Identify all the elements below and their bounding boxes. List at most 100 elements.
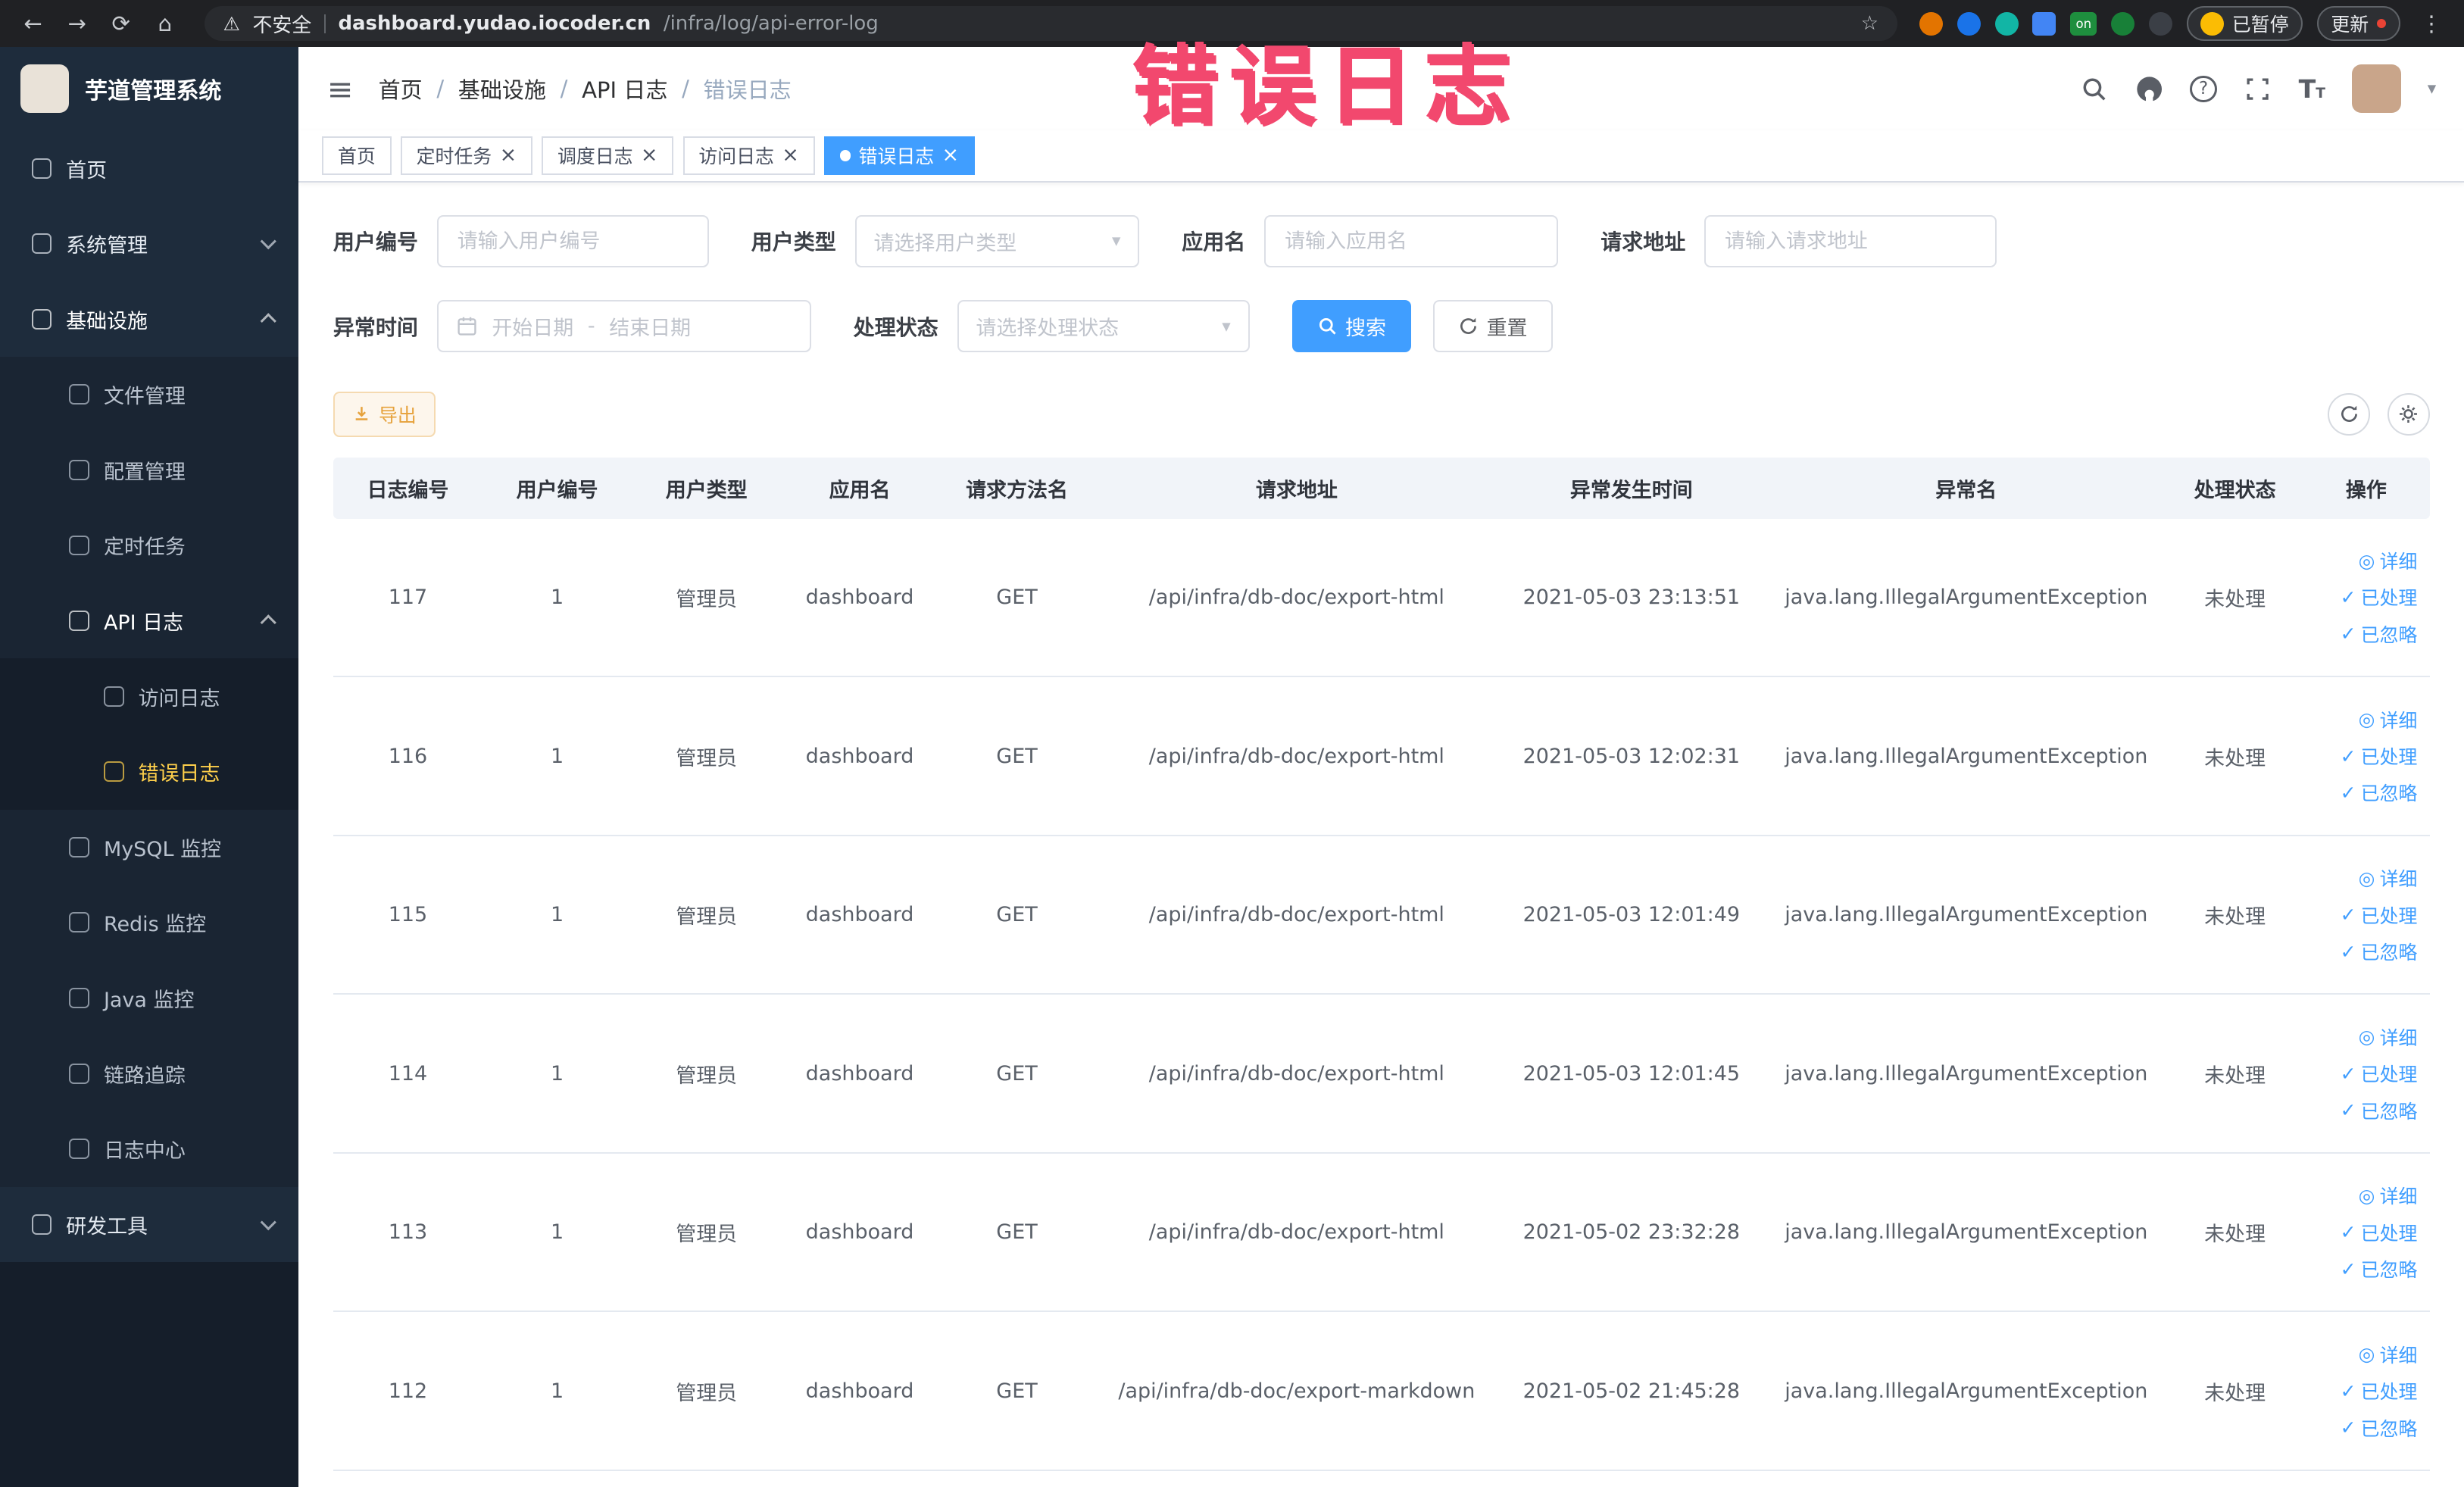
search-icon[interactable] bbox=[2080, 75, 2108, 103]
close-icon[interactable]: × bbox=[641, 145, 658, 166]
breadcrumb-item[interactable]: 首页 bbox=[379, 73, 423, 105]
sidebar-item-job[interactable]: 定时任务 bbox=[0, 508, 299, 583]
action-link[interactable]: ◎ 详细 bbox=[2359, 1341, 2418, 1368]
cell-user-type: 管理员 bbox=[676, 1223, 738, 1247]
sidebar-item-label: MySQL 监控 bbox=[103, 837, 222, 861]
sidebar-item-mysql[interactable]: MySQL 监控 bbox=[0, 809, 299, 886]
refresh-button[interactable] bbox=[2328, 392, 2371, 436]
app-logo[interactable]: 芋道管理系统 bbox=[0, 47, 299, 131]
sidebar-item-trace[interactable]: 链路追踪 bbox=[0, 1036, 299, 1111]
extension-icon-blue[interactable] bbox=[1957, 11, 1981, 36]
action-link[interactable]: ✓ 已处理 bbox=[2341, 901, 2418, 929]
action-link[interactable]: ✓ 已忽略 bbox=[2341, 1097, 2418, 1124]
tab[interactable]: 首页 bbox=[322, 136, 392, 176]
browser-menu-icon[interactable]: ⋮ bbox=[2414, 11, 2449, 36]
table-tools bbox=[2328, 392, 2430, 436]
date-range-picker[interactable]: 开始日期 - 结束日期 bbox=[436, 300, 811, 352]
tab[interactable]: 错误日志 × bbox=[823, 136, 975, 176]
sidebar-item-dev-tools[interactable]: 研发工具 bbox=[0, 1186, 299, 1263]
column-header: 日志编号 bbox=[367, 478, 449, 502]
action-label: 已忽略 bbox=[2360, 783, 2418, 805]
process-status-select[interactable]: 请选择处理状态 ▾ bbox=[957, 300, 1250, 352]
url-bar[interactable]: ⚠ 不安全 dashboard.yudao.iocoder.cn /infra/… bbox=[204, 6, 1897, 41]
action-link[interactable]: ✓ 已处理 bbox=[2341, 1060, 2418, 1087]
forward-icon[interactable]: → bbox=[60, 11, 95, 36]
app-name-input[interactable] bbox=[1264, 215, 1559, 267]
tab[interactable]: 调度日志 × bbox=[542, 136, 674, 176]
action-link[interactable]: ✓ 已忽略 bbox=[2341, 779, 2418, 806]
column-settings-button[interactable] bbox=[2387, 392, 2430, 436]
sidebar-item-access-log[interactable]: 访问日志 bbox=[0, 658, 299, 734]
action-link[interactable]: ✓ 已处理 bbox=[2341, 742, 2418, 770]
extension-icon-teal[interactable] bbox=[1994, 11, 2019, 36]
action-link[interactable]: ✓ 已处理 bbox=[2341, 1219, 2418, 1246]
column-header: 异常名 bbox=[1935, 478, 1997, 502]
paused-profile-badge[interactable]: 已暂停 bbox=[2186, 6, 2303, 41]
action-label: 详细 bbox=[2379, 551, 2418, 573]
tab[interactable]: 访问日志 × bbox=[682, 136, 815, 176]
tab[interactable]: 定时任务 × bbox=[400, 136, 532, 176]
back-icon[interactable]: ← bbox=[16, 11, 51, 36]
action-link[interactable]: ✓ 已忽略 bbox=[2341, 1255, 2418, 1282]
extension-icon-orange[interactable] bbox=[1919, 11, 1944, 36]
sidebar-item-error-log[interactable]: 错误日志 bbox=[0, 733, 299, 810]
action-link[interactable]: ◎ 详细 bbox=[2359, 1182, 2418, 1209]
close-icon[interactable]: × bbox=[500, 145, 517, 166]
extension-icon-green[interactable] bbox=[2111, 11, 2135, 36]
request-url-input[interactable] bbox=[1704, 215, 1997, 267]
help-icon[interactable]: ? bbox=[2190, 75, 2217, 102]
filter-exception-time: 异常时间 开始日期 - 结束日期 bbox=[333, 300, 811, 352]
close-icon[interactable]: × bbox=[942, 145, 960, 166]
breadcrumb-item[interactable]: 基础设施 bbox=[458, 73, 546, 105]
request-url-label: 请求地址 bbox=[1601, 230, 1686, 255]
action-label: 已忽略 bbox=[2360, 1417, 2418, 1440]
action-link[interactable]: ✓ 已忽略 bbox=[2341, 1414, 2418, 1442]
sidebar-item-infra[interactable]: 基础设施 bbox=[0, 281, 299, 357]
action-link[interactable]: ◎ 详细 bbox=[2359, 1023, 2418, 1051]
hamburger-icon[interactable]: ≡ bbox=[327, 70, 354, 108]
cell-request-url: /api/infra/db-doc/export-html bbox=[1148, 1220, 1444, 1245]
github-icon[interactable] bbox=[2135, 75, 2163, 103]
app-title: 芋道管理系统 bbox=[85, 78, 222, 105]
update-button[interactable]: 更新 bbox=[2316, 6, 2400, 41]
sidebar-item-file[interactable]: 文件管理 bbox=[0, 357, 299, 433]
reload-icon[interactable]: ⟳ bbox=[104, 11, 139, 36]
extension-icon-on[interactable]: on bbox=[2070, 11, 2097, 36]
cell-exception-time: 2021-05-02 23:32:28 bbox=[1522, 1220, 1741, 1245]
sidebar-item-home[interactable]: 首页 bbox=[0, 130, 299, 206]
extension-icon-grid[interactable] bbox=[2032, 11, 2056, 36]
sidebar-item-api-log[interactable]: API 日志 bbox=[0, 583, 299, 659]
extension-icon-dark[interactable] bbox=[2148, 11, 2173, 36]
sidebar-item-log-center[interactable]: 日志中心 bbox=[0, 1111, 299, 1187]
process-status-label: 处理状态 bbox=[853, 314, 938, 340]
action-link[interactable]: ✓ 已处理 bbox=[2341, 583, 2418, 611]
sidebar-item-java[interactable]: Java 监控 bbox=[0, 960, 299, 1036]
table-row: 115 1 管理员 dashboard GET /api/infra/db-do… bbox=[333, 836, 2430, 995]
security-warning-icon: ⚠ bbox=[223, 12, 240, 35]
action-link[interactable]: ✓ 已忽略 bbox=[2341, 620, 2418, 648]
sidebar-item-config[interactable]: 配置管理 bbox=[0, 432, 299, 508]
cell-exception-name: java.lang.IllegalArgumentException bbox=[1785, 1061, 2148, 1086]
bookmark-star-icon[interactable]: ☆ bbox=[1861, 12, 1878, 35]
avatar-caret-icon[interactable]: ▾ bbox=[2428, 79, 2436, 98]
tab-label: 首页 bbox=[338, 145, 376, 168]
close-icon[interactable]: × bbox=[782, 145, 799, 166]
action-link[interactable]: ◎ 详细 bbox=[2359, 547, 2418, 574]
browser-home-icon[interactable]: ⌂ bbox=[148, 11, 183, 36]
avatar[interactable] bbox=[2352, 64, 2401, 114]
action-link[interactable]: ✓ 已处理 bbox=[2341, 1377, 2418, 1404]
fullscreen-icon[interactable] bbox=[2244, 75, 2272, 103]
action-label: 详细 bbox=[2379, 868, 2418, 891]
export-button[interactable]: 导出 bbox=[333, 391, 436, 437]
user-type-select[interactable]: 请选择用户类型 ▾ bbox=[854, 215, 1140, 267]
action-link[interactable]: ✓ 已忽略 bbox=[2341, 938, 2418, 965]
sidebar-item-system[interactable]: 系统管理 bbox=[0, 205, 299, 282]
font-size-icon[interactable]: TT bbox=[2299, 74, 2325, 104]
reset-button[interactable]: 重置 bbox=[1433, 300, 1553, 352]
action-link[interactable]: ◎ 详细 bbox=[2359, 706, 2418, 733]
search-button[interactable]: 搜索 bbox=[1291, 300, 1412, 352]
breadcrumb-item[interactable]: API 日志 bbox=[582, 73, 667, 105]
sidebar-item-redis[interactable]: Redis 监控 bbox=[0, 885, 299, 961]
action-link[interactable]: ◎ 详细 bbox=[2359, 864, 2418, 892]
user-id-input[interactable] bbox=[436, 215, 709, 267]
